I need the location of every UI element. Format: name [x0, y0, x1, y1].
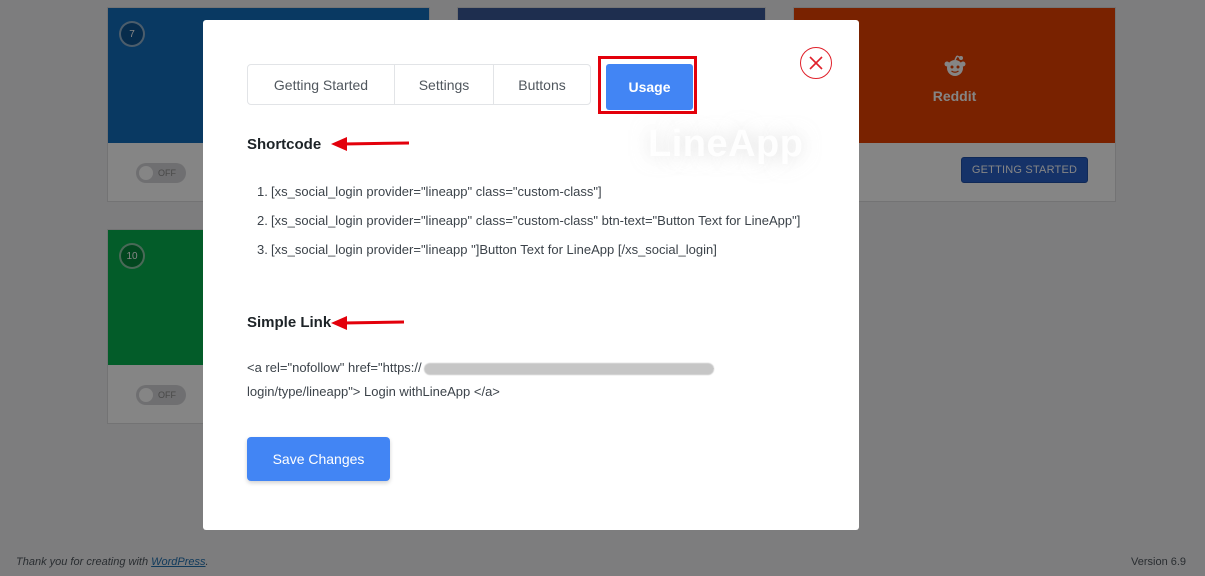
redacted-url [423, 362, 714, 375]
save-changes-button[interactable]: Save Changes [247, 437, 390, 481]
shortcode-text: [xs_social_login provider="lineapp "]But… [271, 242, 717, 257]
usage-modal: Getting Started Settings Buttons Usage L… [203, 20, 859, 530]
simple-link-title: Simple Link [247, 314, 332, 331]
shortcode-text: [xs_social_login provider="lineapp" clas… [271, 213, 801, 228]
list-item: 1. [xs_social_login provider="lineapp" cl… [257, 180, 817, 204]
list-number: 2. [257, 213, 268, 228]
tab-getting-started[interactable]: Getting Started [247, 64, 395, 105]
tab-highlight-box: Usage [598, 56, 697, 114]
simple-link-code: <a rel="nofollow" href="https://-login/t… [247, 356, 767, 404]
list-number: 1. [257, 184, 268, 199]
lineapp-watermark: LineApp [648, 123, 804, 165]
modal-tabs: Getting Started Settings Buttons Usage [247, 56, 697, 122]
close-button[interactable] [800, 47, 832, 79]
close-icon [809, 56, 823, 70]
shortcode-text: [xs_social_login provider="lineapp" clas… [271, 184, 602, 199]
list-item: 2. [xs_social_login provider="lineapp" cl… [257, 209, 817, 233]
list-number: 3. [257, 242, 268, 257]
list-item: 3. [xs_social_login provider="lineapp "]B… [257, 238, 817, 262]
tab-buttons[interactable]: Buttons [493, 64, 591, 105]
shortcode-title: Shortcode [247, 136, 322, 153]
annotation-arrow-icon [331, 137, 410, 151]
tab-usage[interactable]: Usage [606, 64, 693, 110]
tab-settings[interactable]: Settings [394, 64, 494, 105]
shortcode-list: 1. [xs_social_login provider="lineapp" cl… [257, 180, 817, 267]
link-prefix: <a rel="nofollow" href="https:// [247, 360, 422, 375]
annotation-arrow-icon [331, 316, 405, 330]
